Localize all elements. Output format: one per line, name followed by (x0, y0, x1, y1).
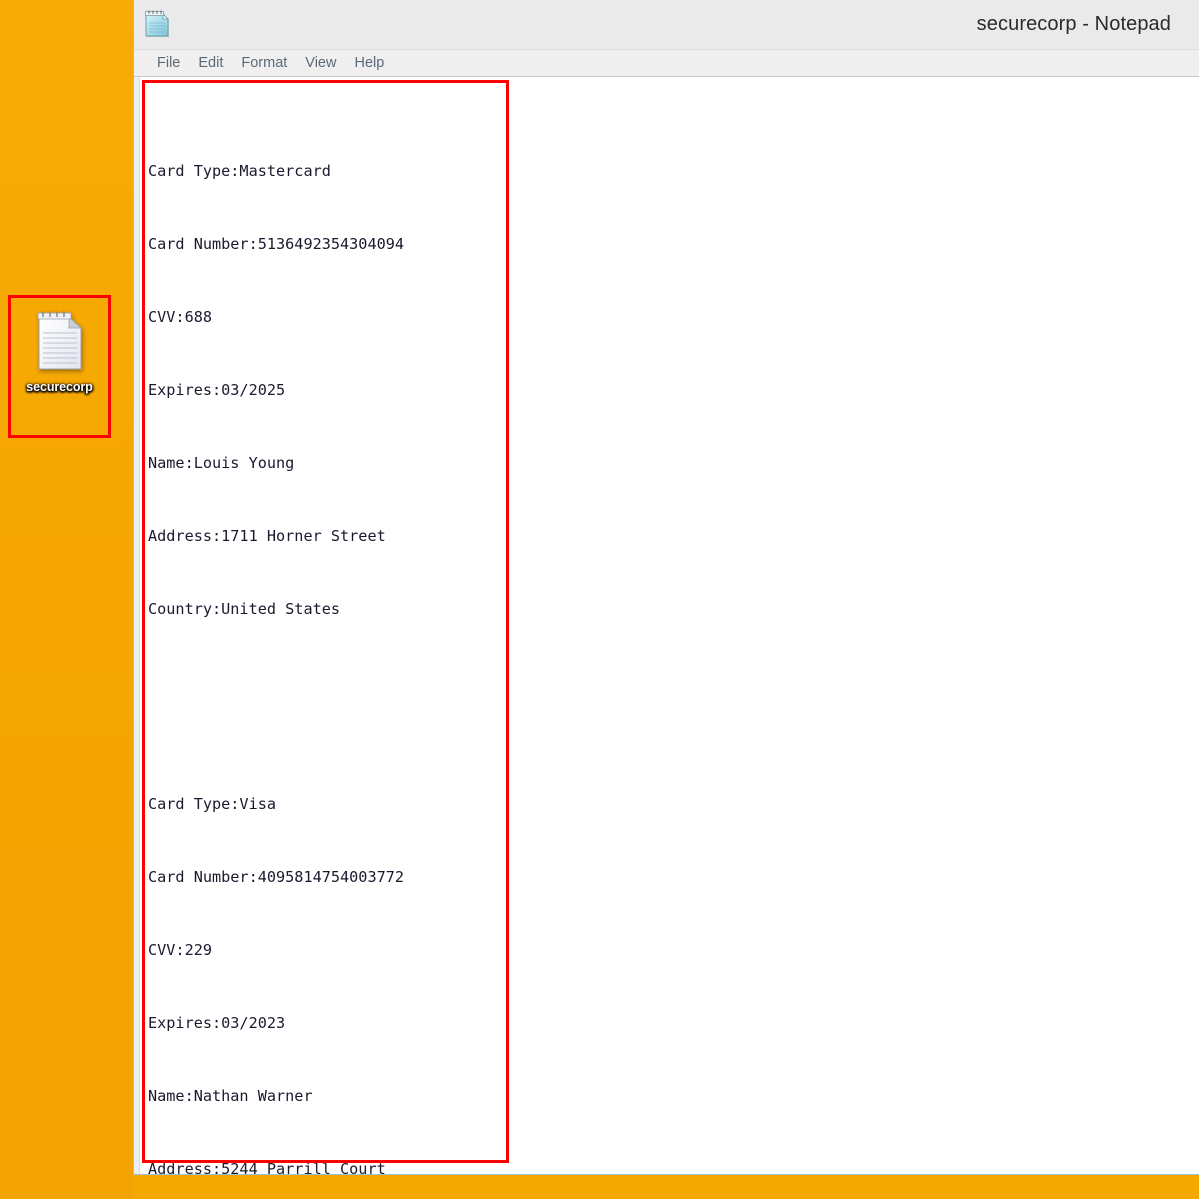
notepad-document-icon (35, 310, 85, 372)
window-title: securecorp - Notepad (976, 13, 1171, 35)
menu-item-file[interactable]: File (148, 53, 189, 73)
text-line: Country:United States (148, 600, 341, 619)
text-editor-area[interactable]: Card Type:Mastercard Card Number:5136492… (134, 76, 1199, 1174)
text-line: Expires:03/2023 (148, 1014, 286, 1033)
text-line: CVV:688 (148, 308, 213, 327)
menu-item-help[interactable]: Help (345, 53, 393, 73)
desktop-background: securecorp (0, 0, 133, 1199)
document-text[interactable]: Card Type:Mastercard Card Number:5136492… (148, 86, 404, 1174)
menu-item-edit[interactable]: Edit (189, 53, 232, 73)
text-line: CVV:229 (148, 941, 213, 960)
text-line: Address:1711 Horner Street (148, 527, 386, 546)
text-line: Card Type:Visa (148, 794, 277, 813)
desktop-icon-selection-highlight: securecorp (8, 295, 111, 438)
text-line: Card Type:Mastercard (148, 162, 331, 181)
text-line: Card Number:4095814754003772 (148, 868, 405, 886)
menu-bar: File Edit Format View Help (134, 49, 1199, 76)
text-line: Card Number:5136492354304094 (148, 235, 405, 254)
text-line: Name:Louis Young (148, 454, 295, 473)
title-bar[interactable]: securecorp - Notepad (134, 0, 1199, 49)
text-blank-line (148, 670, 404, 694)
text-line: Name:Nathan Warner (148, 1087, 313, 1106)
menu-item-format[interactable]: Format (232, 53, 296, 73)
editor-left-gutter (134, 77, 140, 1174)
menu-item-view[interactable]: View (296, 53, 345, 73)
text-line: Expires:03/2025 (148, 381, 286, 400)
text-line: Address:5244 Parrill Court (148, 1160, 386, 1174)
desktop-icon-securecorp[interactable]: securecorp (11, 298, 108, 435)
notepad-window: securecorp - Notepad File Edit Format Vi… (133, 0, 1199, 1175)
desktop-icon-label: securecorp (26, 380, 93, 394)
